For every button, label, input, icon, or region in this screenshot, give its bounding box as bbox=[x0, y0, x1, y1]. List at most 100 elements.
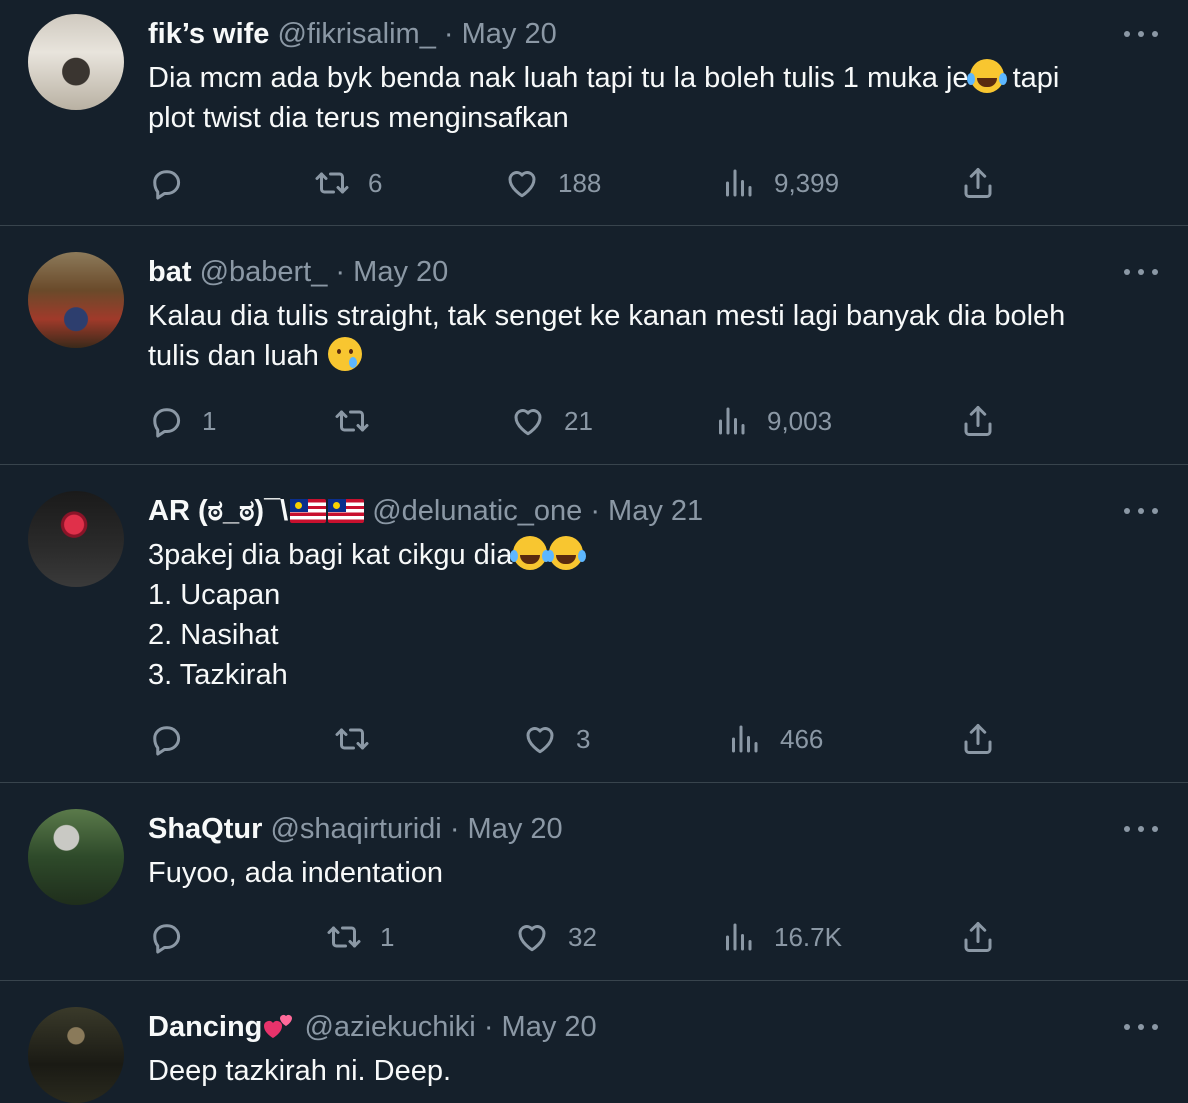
heart-icon bbox=[522, 721, 558, 757]
retweet-icon bbox=[334, 721, 370, 757]
tweet-text-line: 3pakej dia bagi kat cikgu dia bbox=[148, 539, 513, 571]
views-button[interactable]: 9,003 bbox=[713, 401, 832, 441]
views-button[interactable]: 9,399 bbox=[720, 163, 839, 203]
like-count: 188 bbox=[558, 167, 602, 198]
tweet-text: Kalau dia tulis straight, tak senget ke … bbox=[148, 296, 1148, 376]
display-name[interactable]: ShaQtur bbox=[148, 813, 262, 845]
tweet-text-line: 3. Tazkirah bbox=[148, 659, 288, 691]
share-icon bbox=[960, 165, 996, 201]
retweet-count: 1 bbox=[380, 921, 395, 952]
view-count: 9,003 bbox=[767, 405, 833, 436]
share-icon bbox=[960, 919, 996, 955]
face-with-tears-of-joy-emoji-icon bbox=[510, 536, 548, 570]
tweet-text-line: Kalau dia tulis straight, tak senget ke … bbox=[148, 300, 1066, 332]
retweet-button[interactable] bbox=[334, 401, 388, 441]
avatar[interactable] bbox=[28, 809, 124, 905]
separator: · bbox=[335, 256, 346, 288]
retweet-icon bbox=[334, 403, 370, 439]
retweet-button[interactable]: 6 bbox=[314, 163, 382, 203]
views-button[interactable]: 466 bbox=[726, 719, 823, 759]
user-handle[interactable]: @aziekuchiki bbox=[304, 1011, 475, 1043]
more-icon[interactable] bbox=[1124, 819, 1158, 839]
reply-icon bbox=[148, 721, 184, 757]
share-icon bbox=[960, 721, 996, 757]
tweet-date[interactable]: May 20 bbox=[502, 1011, 597, 1043]
like-button[interactable]: 32 bbox=[514, 917, 597, 957]
tweet-date[interactable]: May 20 bbox=[353, 256, 448, 288]
heart-icon bbox=[514, 919, 550, 955]
tweet-text-line: Dia mcm ada byk benda nak luah tapi tu l… bbox=[148, 62, 969, 94]
more-icon[interactable] bbox=[1124, 501, 1158, 521]
view-count: 466 bbox=[780, 723, 824, 754]
views-button[interactable]: 16.7K bbox=[720, 917, 842, 957]
tweet-text-line: tapi bbox=[1004, 62, 1060, 94]
display-name[interactable]: bat bbox=[148, 256, 192, 288]
like-count: 3 bbox=[576, 723, 591, 754]
view-count: 9,399 bbox=[774, 167, 840, 198]
like-count: 21 bbox=[564, 405, 593, 436]
malaysia-flag-icon bbox=[290, 499, 327, 523]
avatar[interactable] bbox=[28, 491, 124, 587]
tweet-text-line: 2. Nasihat bbox=[148, 619, 279, 651]
more-icon[interactable] bbox=[1124, 24, 1158, 44]
tweet[interactable]: ShaQtur @shaqirturidi · May 20 Fuyoo, ad… bbox=[0, 783, 1188, 981]
share-icon bbox=[960, 403, 996, 439]
like-button[interactable]: 21 bbox=[510, 401, 593, 441]
separator: · bbox=[443, 18, 454, 50]
retweet-icon bbox=[326, 919, 362, 955]
reply-icon bbox=[148, 165, 184, 201]
retweet-button[interactable]: 1 bbox=[326, 917, 394, 957]
tweet[interactable]: fik’s wife @fikrisalim_ · May 20 Dia mcm… bbox=[0, 0, 1188, 226]
tweet-text-line: tulis dan luah bbox=[148, 340, 327, 372]
tweet[interactable]: Dancing @aziekuchiki · May 20 Deep tazki… bbox=[0, 981, 1188, 1103]
retweet-button[interactable] bbox=[334, 719, 388, 759]
share-button[interactable] bbox=[960, 917, 996, 957]
face-with-tears-of-joy-emoji-icon bbox=[966, 59, 1004, 93]
tweet-text: Dia mcm ada byk benda nak luah tapi tu l… bbox=[148, 58, 1148, 138]
reply-button[interactable] bbox=[148, 917, 202, 957]
separator: · bbox=[483, 1011, 494, 1043]
tweet-text: 3pakej dia bagi kat cikgu dia 1. Ucapan … bbox=[148, 535, 1148, 695]
tweet-text-line: Fuyoo, ada indentation bbox=[148, 857, 444, 889]
reply-icon bbox=[148, 403, 184, 439]
like-count: 32 bbox=[568, 921, 597, 952]
tweet[interactable]: bat @babert_ · May 20 Kalau dia tulis st… bbox=[0, 226, 1188, 465]
tweet-text-line: plot twist dia terus menginsafkan bbox=[148, 102, 569, 134]
share-button[interactable] bbox=[960, 719, 996, 759]
tweet[interactable]: AR (ಠ_ಠ)¯\ @delunatic_one · May 21 3pake… bbox=[0, 465, 1188, 783]
tweet-text: Fuyoo, ada indentation bbox=[148, 853, 1148, 893]
display-name[interactable]: AR (ಠ_ಠ)¯\ bbox=[148, 495, 288, 527]
tweet-date[interactable]: May 20 bbox=[462, 18, 557, 50]
reply-button[interactable] bbox=[148, 163, 202, 203]
views-icon bbox=[720, 165, 756, 201]
like-button[interactable]: 3 bbox=[522, 719, 590, 759]
tweet-text-line: Deep tazkirah ni. Deep. bbox=[148, 1055, 452, 1087]
more-icon[interactable] bbox=[1124, 1017, 1158, 1037]
heart-icon bbox=[504, 165, 540, 201]
user-handle[interactable]: @babert_ bbox=[200, 256, 328, 288]
more-icon[interactable] bbox=[1124, 262, 1158, 282]
tweet-date[interactable]: May 20 bbox=[468, 813, 563, 845]
display-name[interactable]: fik’s wife bbox=[148, 18, 269, 50]
share-button[interactable] bbox=[960, 163, 996, 203]
user-handle[interactable]: @delunatic_one bbox=[372, 495, 582, 527]
view-count: 16.7K bbox=[774, 921, 842, 952]
avatar[interactable] bbox=[28, 252, 124, 348]
retweet-icon bbox=[314, 165, 350, 201]
separator: · bbox=[590, 495, 600, 527]
reply-icon bbox=[148, 919, 184, 955]
like-button[interactable]: 188 bbox=[504, 163, 601, 203]
reply-button[interactable] bbox=[148, 719, 202, 759]
tweet-text-line: 1. Ucapan bbox=[148, 579, 281, 611]
avatar[interactable] bbox=[28, 14, 124, 110]
avatar[interactable] bbox=[28, 1007, 124, 1103]
share-button[interactable] bbox=[960, 401, 996, 441]
tweet-date[interactable]: May 21 bbox=[608, 495, 703, 527]
heart-icon bbox=[510, 403, 546, 439]
face-with-tears-of-joy-emoji-icon bbox=[546, 536, 584, 570]
views-icon bbox=[726, 721, 762, 757]
display-name[interactable]: Dancing bbox=[148, 1011, 262, 1043]
reply-button[interactable]: 1 bbox=[148, 401, 216, 441]
user-handle[interactable]: @fikrisalim_ bbox=[277, 18, 435, 50]
user-handle[interactable]: @shaqirturidi bbox=[270, 813, 441, 845]
